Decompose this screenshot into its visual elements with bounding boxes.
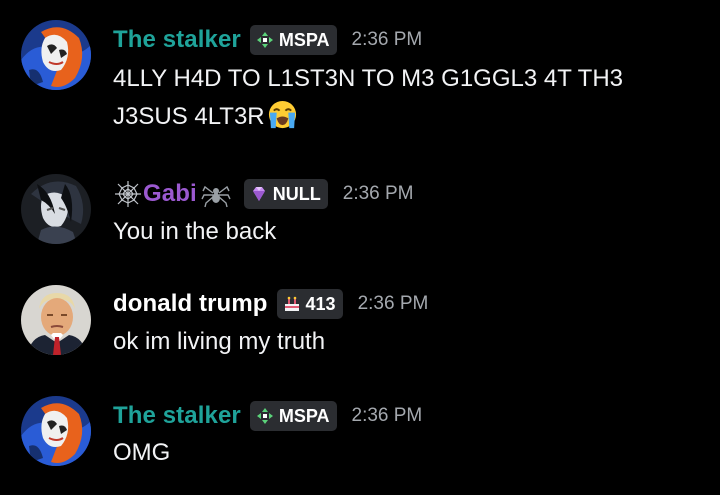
avatar-anime-dark [21,174,91,244]
message-content: You in the back [113,213,693,251]
role-badge[interactable]: 413 [276,289,343,319]
message-content: OMG [113,434,693,472]
timestamp: 2:36 PM [351,405,423,426]
message-content: ok im living my truth [113,323,693,361]
timestamp: 2:36 PM [342,183,414,204]
badge-label: MSPA [278,405,330,426]
gem-icon [250,185,268,203]
loudly-crying-face-emoji [267,99,298,130]
fourway-arrows-icon [256,407,274,425]
username[interactable]: donald trump [113,290,268,318]
message-text-line: 4LLY H4D TO L1ST3N TO M3 G1GGL3 4T TH3 [113,65,624,92]
fourway-arrows-icon [256,31,274,49]
avatar[interactable] [21,174,91,244]
username[interactable]: The stalker [113,402,241,430]
message-text-line: J3SUS 4LT3R [113,103,265,130]
message-item: The stalker MSPA 2:36 PM 4LLY H4D TO L1S… [0,0,720,160]
cake-icon [283,295,301,313]
avatar[interactable] [21,20,91,90]
avatar-anime-blue-orange [21,396,91,466]
message-content: 4LLY H4D TO L1ST3N TO M3 G1GGL3 4T TH3 J… [113,60,693,136]
username[interactable]: Gabi [143,180,197,208]
message-text-line: You in the back [113,218,277,245]
badge-label: MSPA [278,29,330,50]
message-item: donald trump 413 2:36 PM ok im living my… [0,275,720,390]
spider-icon [201,179,231,209]
message-item: The stalker MSPA 2:36 PM OMG [0,390,720,495]
role-badge[interactable]: NULL [243,179,328,209]
spider-web-icon [113,179,143,209]
badge-label: NULL [272,183,321,204]
avatar-anime-blue-orange [21,20,91,90]
role-badge[interactable]: MSPA [249,25,337,55]
message-text-line: OMG [113,439,171,466]
username[interactable]: The stalker [113,26,241,54]
message-item: Gabi NULL 2:36 PM You in the back [0,160,720,275]
role-badge[interactable]: MSPA [249,401,337,431]
timestamp: 2:36 PM [357,293,429,314]
avatar[interactable] [21,396,91,466]
avatar-portrait [21,285,91,355]
badge-label: 413 [305,293,336,314]
timestamp: 2:36 PM [351,29,423,50]
avatar[interactable] [21,285,91,355]
message-text-line: ok im living my truth [113,328,326,355]
